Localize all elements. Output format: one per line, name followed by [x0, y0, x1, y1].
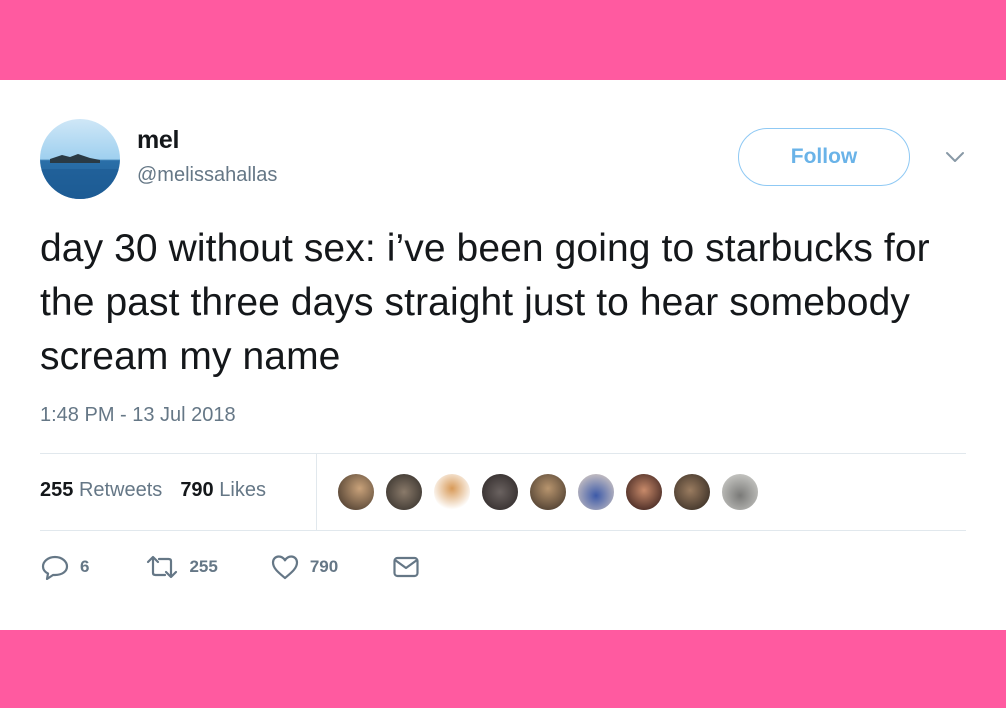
follow-button[interactable]: Follow	[738, 128, 910, 186]
likes-count: 790	[180, 479, 214, 501]
bottom-pink-band	[0, 630, 1006, 708]
message-icon	[392, 555, 420, 579]
engagement-stats: 255 Retweets 790 Likes	[40, 479, 266, 502]
liker-avatar[interactable]	[672, 472, 712, 512]
avatar[interactable]	[40, 119, 120, 199]
retweet-icon	[145, 555, 179, 579]
chevron-down-icon[interactable]	[944, 146, 966, 168]
like-count: 790	[309, 557, 339, 576]
vertical-divider	[316, 453, 317, 530]
likes-stat[interactable]: 790 Likes	[180, 479, 266, 502]
liker-avatar[interactable]	[624, 472, 664, 512]
liker-avatar[interactable]	[432, 472, 472, 512]
liker-avatar[interactable]	[480, 472, 520, 512]
heart-icon	[270, 554, 300, 580]
display-name[interactable]: mel	[137, 126, 179, 155]
liker-avatar[interactable]	[384, 472, 424, 512]
divider	[40, 530, 966, 531]
direct-message-button[interactable]	[392, 555, 420, 579]
top-pink-band	[0, 0, 1006, 80]
retweets-stat[interactable]: 255 Retweets	[40, 479, 162, 502]
retweet-button[interactable]: 255	[145, 555, 218, 579]
liker-avatar[interactable]	[336, 472, 376, 512]
like-button[interactable]: 790	[270, 554, 338, 580]
tweet-actions: 6 255 790	[40, 554, 420, 580]
liker-avatar[interactable]	[528, 472, 568, 512]
likes-label: Likes	[219, 479, 266, 501]
liker-avatar[interactable]	[720, 472, 760, 512]
divider	[40, 453, 966, 454]
retweets-count: 255	[40, 479, 74, 501]
retweets-label: Retweets	[78, 479, 163, 501]
tweet-text: day 30 without sex: i’ve been going to s…	[40, 227, 930, 378]
reply-icon	[40, 554, 70, 580]
reply-count: 6	[80, 557, 90, 576]
liker-avatars	[336, 472, 768, 512]
retweet-count: 255	[189, 557, 218, 576]
liker-avatar[interactable]	[576, 472, 616, 512]
user-handle[interactable]: @melissahallas	[137, 164, 277, 187]
reply-button[interactable]: 6	[40, 554, 89, 580]
tweet-card: mel @melissahallas Follow day 30 without…	[0, 80, 1006, 630]
tweet-timestamp[interactable]: 1:48 PM - 13 Jul 2018	[40, 404, 236, 427]
